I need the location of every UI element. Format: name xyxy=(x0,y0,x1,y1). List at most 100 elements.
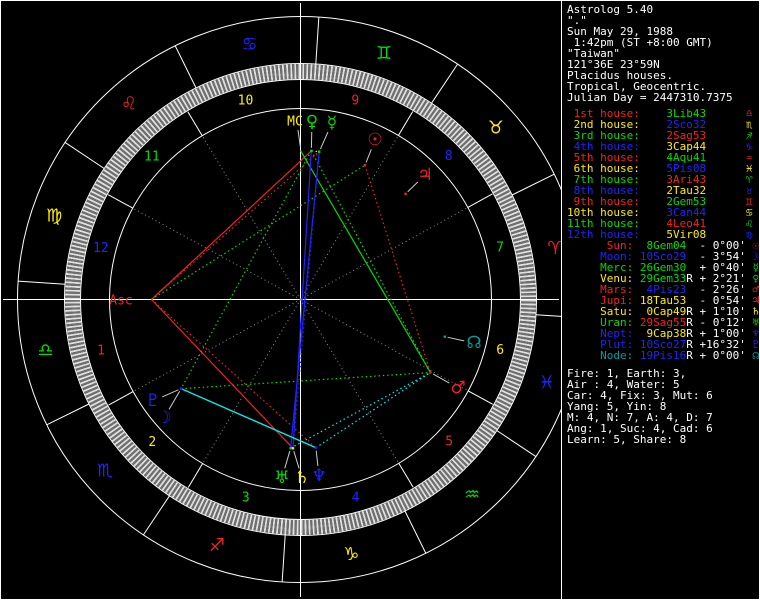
house-number: 8 xyxy=(445,149,453,164)
sign-boundary xyxy=(64,141,105,169)
jupiter-icon: ♃ xyxy=(417,165,432,185)
node-icon: ☊ xyxy=(752,349,760,362)
house-number: 10 xyxy=(238,93,254,108)
uranus-dot xyxy=(289,446,292,450)
neptune-pointer-line xyxy=(315,450,319,467)
aries-icon: ♈ xyxy=(547,238,561,259)
header-line: Astrolog 5.40 xyxy=(567,3,654,16)
mars-icon: ♂ xyxy=(450,378,465,398)
house-cusp-line xyxy=(108,299,301,406)
house-number: 11 xyxy=(144,149,160,164)
house-cusp-tick xyxy=(397,111,414,136)
mc-label: MC xyxy=(287,115,303,130)
square-aspect-line xyxy=(151,150,312,300)
trine-aspect-line xyxy=(299,150,431,373)
sign-boundary xyxy=(281,534,286,582)
node-pointer-line xyxy=(447,336,465,342)
venus-dot xyxy=(310,149,313,153)
trine-aspect-line xyxy=(180,150,312,389)
jupiter-dot xyxy=(404,192,407,196)
sign-boundary xyxy=(18,280,66,285)
header-line: Julian Day = 2447310.7375 xyxy=(567,91,733,104)
cancer-icon: ♋ xyxy=(242,34,258,55)
house-cusp-tick xyxy=(107,194,134,209)
saturn-icon: ♄ xyxy=(294,468,309,488)
saturn-pointer-line xyxy=(293,451,300,469)
saturn-dot xyxy=(291,447,295,450)
virgo-icon: ♍ xyxy=(46,206,62,227)
sun-icon: ☉ xyxy=(367,130,382,150)
house-number: 3 xyxy=(242,491,250,506)
mars-pointer-line xyxy=(432,373,450,384)
house-cusp-line xyxy=(187,299,301,488)
house-cusp-line xyxy=(300,111,414,300)
house-cusp-tick xyxy=(108,391,134,406)
neptune-dot xyxy=(314,446,318,449)
sign-boundary xyxy=(174,45,197,89)
natal-chart-wheel: ♈♉♊♋♌♍♎♏♐♑♒♓123456789101112☉☽☿♀♂♃♄♅♆♇☊As… xyxy=(3,3,561,597)
pluto-pointer-line xyxy=(161,389,179,398)
house-cusp-list: 1st house: 3Lib43 ♎ 2nd house: 2Sco32 ♏ … xyxy=(562,108,759,240)
sign-boundary xyxy=(315,17,320,65)
jupiter-pointer-line xyxy=(407,181,419,193)
house-cusp-tick xyxy=(187,463,204,488)
sign-boundary xyxy=(404,510,427,554)
sign-boundary xyxy=(431,63,459,104)
planet-position-value: 19Pis16 xyxy=(633,349,687,362)
pluto-icon: ♇ xyxy=(145,391,160,411)
trine-aspect-line xyxy=(181,371,431,390)
astrolog-window: ♈♉♊♋♌♍♎♏♐♑♒♓123456789101112☉☽☿♀♂♃♄♅♆♇☊As… xyxy=(0,0,760,600)
moon-pointer-line xyxy=(168,391,181,410)
uranus-icon: ♅ xyxy=(274,468,289,488)
aquarius-icon: ♒ xyxy=(464,484,480,505)
house-cusp-tick xyxy=(187,111,203,136)
leo-icon: ♌ xyxy=(121,94,137,115)
venus-icon: ♀ xyxy=(306,112,318,132)
moon-icon: ☽ xyxy=(156,408,171,428)
pisces-icon: ♓ xyxy=(539,372,555,393)
sextile-aspect-line xyxy=(315,371,431,449)
trine-aspect-line xyxy=(310,150,431,373)
house-number: 9 xyxy=(351,93,359,108)
sun-dot xyxy=(363,163,367,167)
planet-velocity: + 0°00' xyxy=(692,349,746,362)
stats-line: Learn: 5, Share: 8 xyxy=(567,433,687,446)
sagittarius-icon: ♐ xyxy=(209,535,225,556)
scorpio-icon: ♏ xyxy=(97,461,113,482)
house-number: 4 xyxy=(352,491,360,506)
house-number: 12 xyxy=(93,241,109,256)
sun-pointer-line xyxy=(365,149,372,163)
capricorn-icon: ♑ xyxy=(343,544,359,565)
mercury-dot xyxy=(318,150,321,153)
square-aspect-line xyxy=(151,299,294,449)
planet-label: Node: xyxy=(567,349,634,362)
chart-statistics: Fire: 1, Earth: 3, Air : 4, Water: 5 Car: … xyxy=(562,368,759,446)
square-aspect-line xyxy=(151,151,320,300)
neptune-icon: ♆ xyxy=(311,466,326,486)
house-number: 6 xyxy=(496,343,504,358)
uranus-pointer-line xyxy=(284,450,291,469)
planet-row: Node: 19Pis16R + 0°00' ☊ xyxy=(567,349,760,362)
sign-boundary xyxy=(535,314,561,317)
sign-boundary xyxy=(496,430,537,458)
house-cusp-tick xyxy=(467,390,494,405)
node-icon: ☊ xyxy=(466,333,481,353)
planet-position-list: Sun: 8Gem04 - 0°00' ☉ Moon: 10Sco29 - 3°… xyxy=(562,240,760,362)
pluto-dot xyxy=(179,387,183,390)
house-number: 1 xyxy=(97,343,105,358)
retrograde-flag: R xyxy=(686,349,693,362)
asc-label: Asc xyxy=(109,294,132,309)
chart-header: Astrolog 5.40 "." Sun May 29, 1988 1:42pm … xyxy=(562,1,759,104)
house-cusp-line xyxy=(107,194,301,300)
mercury-pointer-line xyxy=(319,131,329,150)
square-aspect-line xyxy=(151,299,317,449)
house-number: 5 xyxy=(445,435,453,450)
sextile-aspect-line xyxy=(290,371,431,449)
libra-icon: ♎ xyxy=(37,340,53,361)
gemini-icon: ♊ xyxy=(376,43,392,64)
mars-dot xyxy=(429,371,432,374)
house-number: 7 xyxy=(496,241,504,256)
info-panel: Astrolog 5.40 "." Sun May 29, 1988 1:42pm … xyxy=(561,1,760,599)
chart-wheel-pane: ♈♉♊♋♌♍♎♏♐♑♒♓123456789101112☉☽☿♀♂♃♄♅♆♇☊As… xyxy=(1,1,561,599)
house-cusp-line xyxy=(187,111,301,300)
